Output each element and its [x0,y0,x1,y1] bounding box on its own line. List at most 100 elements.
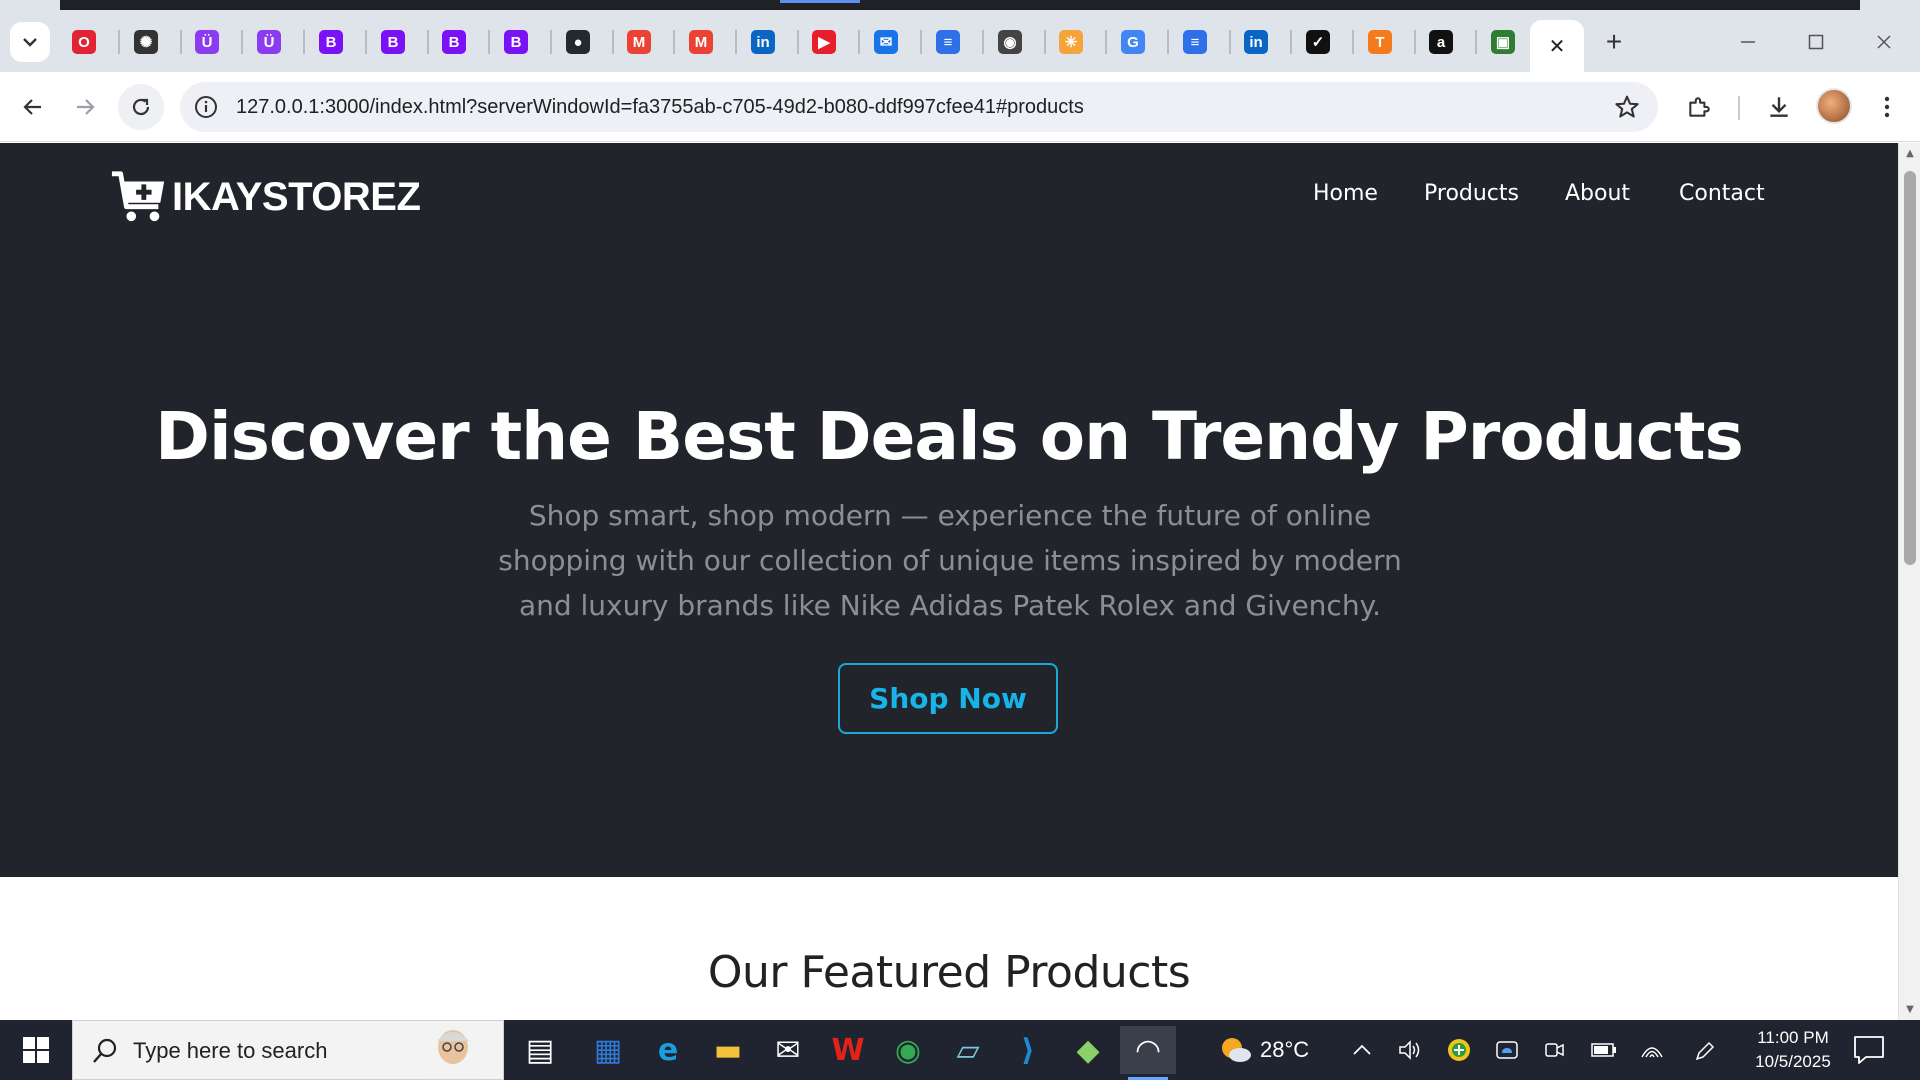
browser-tab[interactable]: B [498,24,534,60]
close-tab-icon[interactable]: ✕ [1549,34,1566,58]
minimize-button[interactable] [1718,22,1778,62]
browser-tab[interactable]: O [66,24,102,60]
browser-tab[interactable]: ≡ [1177,24,1213,60]
scrollbar-thumb[interactable] [1904,171,1916,565]
tab-search-button[interactable] [10,22,50,62]
browser-tab[interactable]: in [1238,24,1274,60]
taskbar-app[interactable]: ◉ [880,1026,936,1074]
browser-tab[interactable]: T [1362,24,1398,60]
start-button[interactable] [0,1020,72,1080]
taskbar-app[interactable]: e [640,1026,696,1074]
scroll-up-arrow-icon[interactable]: ▲ [1904,147,1916,159]
browser-tab[interactable]: ✺ [128,24,164,60]
weather-widget[interactable]: 28°C [1218,1020,1309,1080]
window-top-edge [60,0,1860,10]
address-bar[interactable]: 127.0.0.1:3000/index.html?serverWindowId… [180,82,1658,132]
browser-tab[interactable]: B [313,24,349,60]
tray-meet[interactable] [1540,1036,1568,1064]
browser-tab[interactable]: ✳ [1053,24,1089,60]
nav-link-about[interactable]: About [1565,181,1630,206]
url-text[interactable]: 127.0.0.1:3000/index.html?serverWindowId… [236,82,1084,132]
tab-separator [1229,30,1231,54]
taskbar-app[interactable]: ▤ [512,1026,568,1074]
browser-tab[interactable]: B [375,24,411,60]
bootstrap-icon: B [381,30,405,54]
taskbar-app[interactable]: ◆ [1060,1026,1116,1074]
browser-tab[interactable]: M [683,24,719,60]
tab-separator [1352,30,1354,54]
extensions-button[interactable] [1676,84,1722,130]
maximize-button[interactable] [1786,22,1846,62]
reload-button[interactable] [118,84,164,130]
system-clock[interactable]: 11:00 PM 10/5/2025 [1738,1026,1848,1074]
browser-tab[interactable]: M [621,24,657,60]
notification-center-icon[interactable] [1852,1034,1886,1066]
edge-icon: e [657,1032,679,1068]
taskbar-app[interactable]: W [820,1026,876,1074]
tab-separator [673,30,675,54]
nav-link-contact[interactable]: Contact [1679,181,1765,206]
google-docs-icon: ≡ [936,30,960,54]
taskbar-search-box[interactable]: Type here to search [72,1020,504,1080]
gmail-icon: M [627,30,651,54]
browser-menu-button[interactable] [1864,84,1910,130]
tab-separator [118,30,120,54]
tab-separator [1290,30,1292,54]
downloads-button[interactable] [1756,84,1802,130]
profile-avatar[interactable] [1816,88,1852,124]
taskbar-app[interactable]: ✉ [760,1026,816,1074]
battery-status[interactable] [1590,1036,1618,1064]
show-hidden-icons-button[interactable] [1348,1036,1376,1064]
active-tab[interactable]: ✕ [1530,20,1584,72]
nav-link-home[interactable]: Home [1313,181,1378,206]
nav-link-products[interactable]: Products [1424,181,1519,206]
tab-separator [365,30,367,54]
shop-now-button[interactable]: Shop Now [838,663,1058,734]
tab-separator [920,30,922,54]
taskbar-app[interactable]: ▦ [580,1026,636,1074]
tray-cloud[interactable] [1493,1036,1521,1064]
page-scrollbar[interactable]: ▲ ▼ [1898,143,1920,1020]
pen-menu-button[interactable] [1690,1036,1718,1064]
task-view-icon: ▤ [525,1032,555,1068]
tray-app-green[interactable] [1445,1036,1473,1064]
notepad-icon: ▱ [956,1032,980,1068]
browser-tab[interactable]: G [1115,24,1151,60]
browser-tab[interactable]: ● [560,24,596,60]
forward-button[interactable] [62,84,108,130]
microsoft-store-icon: ▦ [593,1032,623,1068]
browser-tab[interactable]: ▣ [1485,24,1521,60]
browser-tab[interactable]: a [1423,24,1459,60]
bookmark-star-icon[interactable] [1614,94,1640,120]
tab-separator [982,30,984,54]
taskbar-app[interactable]: ▱ [940,1026,996,1074]
partly-cloudy-icon [1222,1038,1251,1062]
search-icon [93,1038,117,1063]
browser-tab[interactable]: ◉ [992,24,1028,60]
browser-tab[interactable]: ✉ [868,24,904,60]
browser-tab[interactable]: Ü [251,24,287,60]
new-tab-button[interactable]: + [1596,24,1632,60]
back-button[interactable] [10,84,56,130]
hero-subtitle: Shop smart, shop modern — experience the… [490,493,1410,628]
browser-tab[interactable]: in [745,24,781,60]
speaker-icon [1399,1040,1420,1060]
wifi-status[interactable] [1638,1036,1666,1064]
scroll-down-arrow-icon[interactable]: ▼ [1904,1003,1916,1015]
taskbar-app[interactable]: ▬ [700,1026,756,1074]
weather-temperature: 28°C [1260,1037,1310,1062]
browser-tab[interactable]: ▶ [806,24,842,60]
taskbar-app[interactable]: ⟩ [1000,1026,1056,1074]
volume-button[interactable] [1396,1036,1424,1064]
wps-office-icon: W [831,1032,865,1068]
youtube-music-icon: ▶ [812,30,836,54]
close-window-button[interactable] [1854,22,1914,62]
browser-tab[interactable]: ≡ [930,24,966,60]
reload-icon [132,98,150,116]
browser-tab[interactable]: ✓ [1300,24,1336,60]
taskbar-app[interactable]: ◠ [1120,1026,1176,1080]
site-info-icon[interactable] [194,95,218,119]
browser-tab[interactable]: Ü [189,24,225,60]
browser-tab[interactable]: B [436,24,472,60]
tab-separator [241,30,243,54]
